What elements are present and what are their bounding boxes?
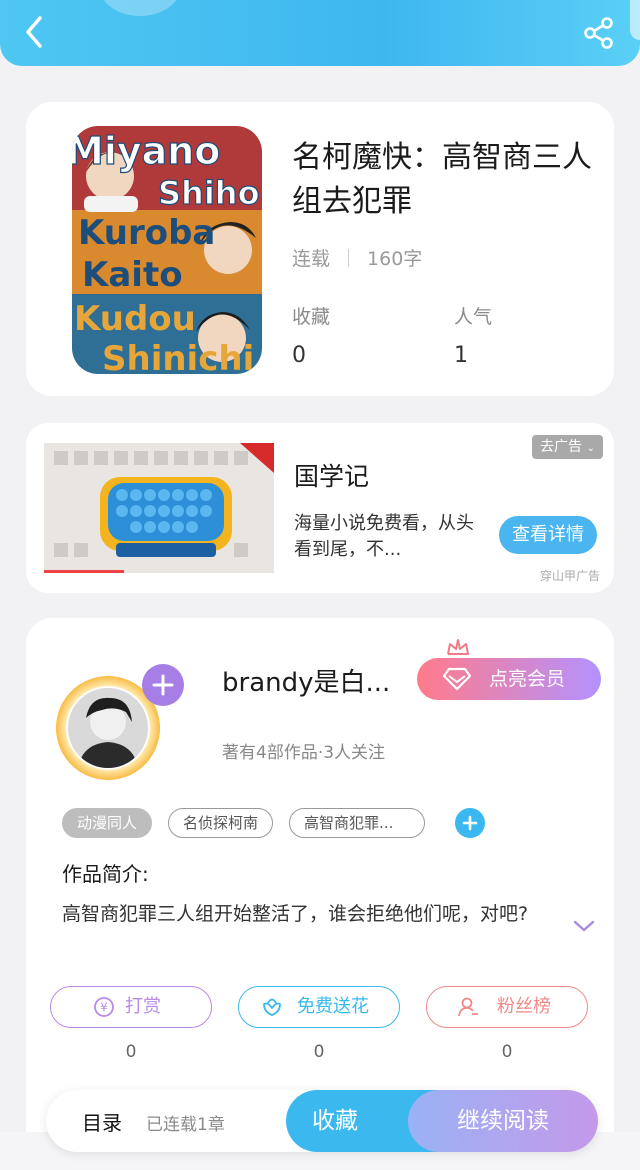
send-flower-label: 免费送花 [297,996,369,1017]
crown-icon [447,639,469,655]
bottom-action-bar: 目录 已连载1章 收藏 继续阅读 [46,1090,598,1152]
chapter-status: 已连载1章 [146,1115,225,1135]
avatar-image [68,688,148,768]
author-stats: 著有4部作品·3人关注 [222,743,386,763]
intro-text: 高智商犯罪三人组开始整活了，谁会拒绝他们呢，对吧? [62,903,529,925]
continue-reading-button[interactable]: 继续阅读 [408,1090,598,1152]
cover-text-4: Kaito [82,255,183,295]
fans-user-icon [458,997,478,1017]
back-button[interactable] [18,14,50,50]
cover-text-6: Shinichi [102,339,254,374]
cover-text-5: Kudou [74,299,196,339]
chevron-left-icon [26,16,42,48]
reward-button[interactable]: ¥ 打赏 [50,986,212,1028]
plus-icon [462,815,478,831]
stat-label: 收藏 [292,306,331,328]
chevron-down-icon: ⌄ [586,443,595,454]
tag-item[interactable]: 名侦探柯南 [168,808,274,838]
ad-image[interactable] [44,443,274,573]
stat-value: 1 [454,343,468,368]
ad-title: 国学记 [294,462,370,491]
tag-category[interactable]: 动漫同人 [62,808,153,838]
remove-ad-button[interactable]: 去广告 ⌄ [532,435,603,459]
book-cover[interactable]: Miyano Shiho Kuroba Kaito Kudou Shinichi [72,126,262,374]
book-word-count: 160字 [367,248,423,270]
cover-text-1: Miyano [72,129,220,173]
tag-item[interactable]: 高智商犯罪... [289,808,426,838]
meta-divider [348,248,350,267]
header-decoration [100,0,180,16]
activate-vip-button[interactable]: 点亮会员 [417,658,601,700]
author-card: brandy是白... 点亮会员 著有4部作品·3人关注 动漫同人 名侦探柯南 … [26,618,614,1170]
stat-label: 人气 [454,306,493,328]
book-title: 名柯魔快：高智商三人组去犯罪 [292,140,592,219]
fan-rank-label: 粉丝榜 [497,996,551,1017]
reward-count: 0 [125,1042,137,1062]
ad-source-label: 穿山甲广告 [540,569,601,583]
diamond-icon [443,667,471,691]
tag-list: 动漫同人 名侦探柯南 高智商犯罪... [62,808,486,838]
ad-view-details-button[interactable]: 查看详情 [499,516,597,554]
svg-text:¥: ¥ [100,1001,108,1015]
stat-collect: 收藏 0 [292,302,330,368]
book-info-card: Miyano Shiho Kuroba Kaito Kudou Shinichi… [26,102,614,396]
share-button[interactable] [582,16,616,50]
book-meta: 连载 160字 [292,244,422,271]
plus-icon [152,674,174,696]
fan-rank-count: 0 [501,1042,513,1062]
reward-label: 打赏 [125,996,161,1017]
book-status: 连载 [292,248,331,270]
flower-count: 0 [313,1042,325,1062]
ad-description: 海量小说免费看，从头看到尾，不... [294,513,474,560]
add-tag-button[interactable] [455,808,486,838]
stat-value: 0 [292,343,306,368]
author-name[interactable]: brandy是白... [222,662,408,699]
chevron-down-icon[interactable] [572,918,596,934]
yen-coin-icon: ¥ [94,997,114,1017]
ad-card[interactable]: 去广告 ⌄ 国学记 海量小说免费看，从头看到尾，不... 查看详情 穿山甲广告 [26,423,614,593]
cover-text-2: Shiho [158,174,260,212]
stat-popularity: 人气 1 [454,302,492,368]
fan-rank-button[interactable]: 粉丝榜 [426,986,588,1028]
intro-heading: 作品简介: [62,862,149,886]
remove-ad-label: 去广告 [540,439,582,455]
vip-label: 点亮会员 [489,668,566,690]
flower-icon [263,998,281,1016]
header-bar [0,0,640,66]
follow-author-button[interactable] [142,664,184,706]
table-of-contents-button[interactable]: 目录 [82,1107,122,1136]
header-decoration-right [630,0,640,40]
cover-text-3: Kuroba [78,213,215,253]
send-flower-button[interactable]: 免费送花 [238,986,400,1028]
share-icon [584,17,613,49]
